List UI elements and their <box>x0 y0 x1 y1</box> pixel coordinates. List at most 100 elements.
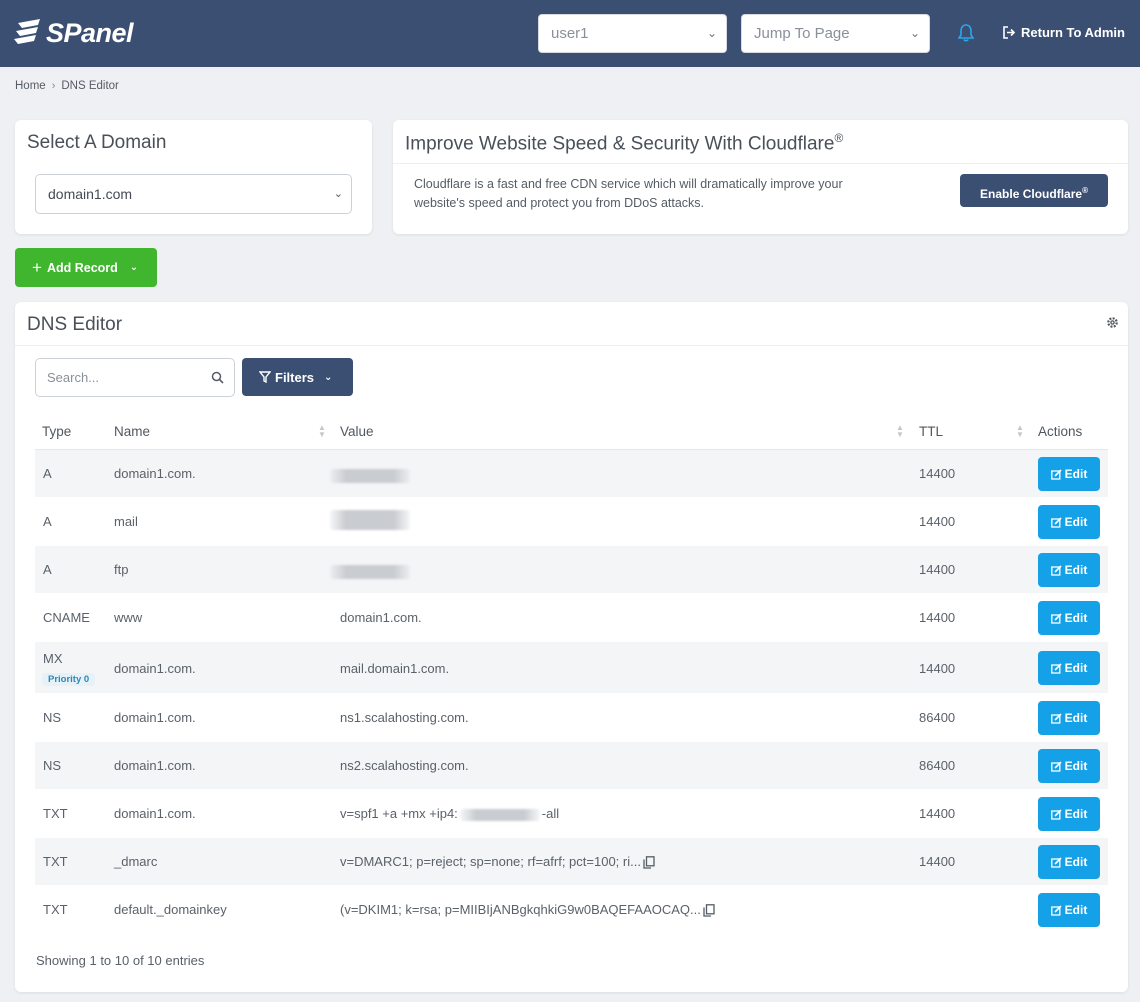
edit-button[interactable]: Edit <box>1038 505 1100 539</box>
edit-button[interactable]: Edit <box>1038 797 1100 831</box>
record-value: mail.domain1.com. <box>340 661 450 676</box>
edit-icon <box>1050 564 1062 576</box>
edit-icon <box>1050 904 1062 916</box>
record-name: domain1.com. <box>114 758 196 773</box>
chevron-down-icon: ⌄ <box>324 371 333 383</box>
logo-text: SPanel <box>46 17 134 48</box>
chevron-right-icon: › <box>51 80 56 92</box>
spanel-logo-icon <box>14 19 40 44</box>
domain-select[interactable]: domain1.com ⌄ <box>35 174 352 214</box>
record-type: MX <box>43 651 63 666</box>
record-ttl: 14400 <box>919 514 956 529</box>
dns-editor-title: DNS Editor <box>15 302 1128 346</box>
jump-to-page-select[interactable]: Jump To Page ⌄ <box>741 14 930 53</box>
edit-icon <box>1050 612 1062 624</box>
spanel-logo[interactable]: SPanel <box>14 17 134 49</box>
record-value-redacted <box>330 510 410 530</box>
record-name: default._domainkey <box>114 902 227 917</box>
chevron-down-icon: ⌄ <box>706 26 717 40</box>
table-row: NS domain1.com. ns1.scalahosting.com. 86… <box>35 694 1108 742</box>
edit-button[interactable]: Edit <box>1038 457 1100 491</box>
column-name[interactable]: Name <box>114 424 150 439</box>
table-row: TXT default._domainkey (v=DKIM1; k=rsa; … <box>35 886 1108 934</box>
enable-cloudflare-label: Enable Cloudflare <box>980 187 1083 201</box>
sort-icon[interactable]: ▲ ▼ <box>1016 424 1024 439</box>
record-value-redacted <box>330 467 410 483</box>
spf-suffix: -all <box>541 806 560 821</box>
breadcrumb: Home › DNS Editor <box>15 80 119 92</box>
cloudflare-title: Improve Website Speed & Security With Cl… <box>393 120 1128 165</box>
edit-label: Edit <box>1064 661 1088 675</box>
edit-icon <box>1050 516 1062 528</box>
filters-button[interactable]: Filters ⌄ <box>242 358 353 396</box>
record-ttl: 14400 <box>919 661 956 676</box>
record-type: TXT <box>43 902 68 917</box>
record-type: CNAME <box>43 610 90 625</box>
domain-select-value: domain1.com <box>48 186 133 202</box>
column-value[interactable]: Value <box>340 424 374 439</box>
spf-prefix: v=spf1 +a +mx +ip4: <box>340 806 458 821</box>
edit-icon <box>1050 760 1062 772</box>
column-type[interactable]: Type <box>42 424 71 439</box>
record-name: domain1.com. <box>114 466 196 481</box>
registered-mark: ® <box>834 131 844 145</box>
edit-button[interactable]: Edit <box>1038 601 1100 635</box>
sort-icon[interactable]: ▲ ▼ <box>896 424 904 439</box>
edit-button[interactable]: Edit <box>1038 651 1100 685</box>
record-value: v=spf1 +a +mx +ip4: -all <box>340 806 559 821</box>
entries-count: Showing 1 to 10 of 10 entries <box>36 953 205 968</box>
record-type: A <box>43 562 52 577</box>
edit-icon <box>1050 662 1062 674</box>
dns-editor-card: DNS Editor Search... Filters ⌄ Type Name… <box>15 302 1128 992</box>
return-to-admin-link[interactable]: Return To Admin <box>1003 25 1125 40</box>
user-select[interactable]: user1 ⌄ <box>538 14 727 53</box>
record-ttl: 14400 <box>919 610 956 625</box>
record-name: www <box>114 610 143 625</box>
edit-icon <box>1050 468 1062 480</box>
record-type: A <box>43 466 52 481</box>
breadcrumb-home[interactable]: Home <box>15 80 46 92</box>
sort-icon[interactable]: ▲ ▼ <box>318 424 326 439</box>
edit-button[interactable]: Edit <box>1038 749 1100 783</box>
copy-icon[interactable] <box>643 856 655 869</box>
copy-icon[interactable] <box>703 904 715 917</box>
column-actions: Actions <box>1038 424 1083 439</box>
column-ttl[interactable]: TTL <box>919 424 943 439</box>
edit-button[interactable]: Edit <box>1038 845 1100 879</box>
edit-button[interactable]: Edit <box>1038 553 1100 587</box>
edit-icon <box>1050 808 1062 820</box>
record-name: ftp <box>114 562 129 577</box>
top-bar: SPanel user1 ⌄ Jump To Page ⌄ Return To … <box>0 0 1140 67</box>
gear-icon[interactable] <box>1106 316 1119 332</box>
search-input[interactable]: Search... <box>35 358 235 397</box>
table-row: A mail 14400 Edit <box>35 498 1108 546</box>
table-row: A domain1.com. 14400 Edit <box>35 450 1108 498</box>
record-type: NS <box>43 758 62 773</box>
table-row: NS domain1.com. ns2.scalahosting.com. 86… <box>35 742 1108 790</box>
select-domain-title: Select A Domain <box>27 132 167 153</box>
record-ttl: 14400 <box>919 466 956 481</box>
return-to-admin-label: Return To Admin <box>1021 25 1125 40</box>
record-value-redacted <box>330 563 410 579</box>
add-record-button[interactable]: + Add Record ⌄ <box>15 248 157 287</box>
priority-badge: Priority 0 <box>42 673 96 686</box>
edit-icon <box>1050 712 1062 724</box>
record-name: domain1.com. <box>114 710 196 725</box>
record-ttl: 86400 <box>919 758 956 773</box>
sign-out-icon <box>1003 26 1016 39</box>
edit-label: Edit <box>1064 807 1088 821</box>
record-name: domain1.com. <box>114 661 196 676</box>
edit-button[interactable]: Edit <box>1038 893 1100 927</box>
edit-icon <box>1050 856 1062 868</box>
record-name: mail <box>114 514 138 529</box>
search-placeholder: Search... <box>47 370 100 385</box>
table-row: TXT _dmarc v=DMARC1; p=reject; sp=none; … <box>35 838 1108 886</box>
edit-button[interactable]: Edit <box>1038 701 1100 735</box>
cloudflare-title-text: Improve Website Speed & Security With Cl… <box>405 133 835 155</box>
enable-cloudflare-button[interactable]: Enable Cloudflare® <box>960 174 1108 207</box>
dns-records-table: Type Name ▲ ▼ Value ▲ ▼ TTL ▲ ▼ Actions A d… <box>35 412 1108 934</box>
edit-label: Edit <box>1064 515 1088 529</box>
notifications-bell-icon[interactable] <box>957 24 975 45</box>
edit-label: Edit <box>1064 903 1088 917</box>
add-record-label: Add Record <box>46 260 118 275</box>
